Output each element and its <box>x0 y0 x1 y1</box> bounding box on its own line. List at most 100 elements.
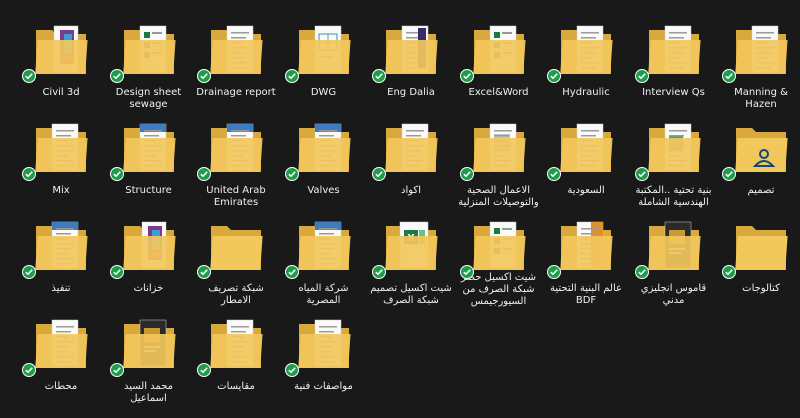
folder-label: Structure <box>125 185 172 196</box>
folder-icon <box>372 118 442 181</box>
folder-label: Eng Dalia <box>387 87 435 98</box>
sync-check-icon <box>372 68 386 83</box>
folder-icon <box>459 118 530 181</box>
folder-item[interactable]: Eng Dalia <box>368 8 454 112</box>
folder-item[interactable]: خزانات <box>106 204 192 308</box>
sync-check-icon <box>372 264 386 279</box>
folder-label: Drainage report <box>196 87 276 98</box>
folder-item[interactable]: شيت اكسيل حصر شبكة الصرف من السيورجيمس <box>456 204 542 308</box>
folder-item[interactable]: Manning & Hazen <box>718 8 800 112</box>
sync-check-icon <box>459 264 474 279</box>
folder-icon <box>722 118 792 181</box>
folder-label: Excel&Word <box>468 87 529 98</box>
folder-icon <box>722 216 792 279</box>
sync-check-icon <box>197 362 211 377</box>
folder-icon: X <box>372 216 442 279</box>
folder-label: مواصفات فنية <box>294 381 353 392</box>
folder-icon <box>547 20 617 83</box>
folder-label: Civil 3d <box>42 87 80 98</box>
sync-check-icon <box>197 166 211 181</box>
folder-item[interactable]: مواصفات فنية <box>281 302 367 406</box>
folder-item[interactable]: Structure <box>106 106 192 210</box>
folder-label: DWG <box>310 87 337 98</box>
folder-icon <box>109 314 180 377</box>
folder-item[interactable]: DWG <box>281 8 367 112</box>
folder-item[interactable]: Design sheet sewage <box>106 8 192 112</box>
folder-item[interactable]: شبكة تصريف الامطار <box>193 204 279 308</box>
folder-item[interactable]: بنية تحتية ..المكتبة الهندسية الشاملة <box>631 106 717 210</box>
folder-icon <box>284 216 355 279</box>
sync-check-icon <box>109 166 124 181</box>
folder-icon <box>109 20 180 83</box>
folder-item[interactable]: الاعمال الصحية والتوصيلات المنزلية <box>456 106 542 210</box>
folder-icon <box>284 20 355 83</box>
sync-check-icon <box>547 264 561 279</box>
folder-icon <box>284 314 355 377</box>
sync-check-icon <box>109 68 124 83</box>
sync-check-icon <box>22 166 36 181</box>
folder-item[interactable]: السعودية <box>543 106 629 210</box>
folder-item[interactable]: محطات <box>18 302 104 406</box>
folder-label: Valves <box>307 185 340 196</box>
folder-item[interactable]: محمد السيد اسماعيل <box>106 302 192 406</box>
folder-icon <box>22 216 92 279</box>
folder-label: السعودية <box>567 185 605 196</box>
sync-check-icon <box>109 264 124 279</box>
folder-label: Hydraulic <box>562 87 610 98</box>
folder-item[interactable]: Hydraulic <box>543 8 629 112</box>
folder-item[interactable]: United Arab Emirates <box>193 106 279 210</box>
sync-check-icon <box>722 264 736 279</box>
sync-check-icon <box>547 166 561 181</box>
folder-item[interactable]: Valves <box>281 106 367 210</box>
folder-item[interactable]: شركة المياه المصرية <box>281 204 367 308</box>
folder-icon <box>547 216 617 279</box>
folder-item[interactable]: Mix <box>18 106 104 210</box>
sync-check-icon <box>547 68 561 83</box>
folder-icon <box>722 20 792 83</box>
folder-icon <box>197 20 267 83</box>
sync-check-icon <box>284 362 299 377</box>
folder-icon <box>22 20 92 83</box>
folder-item[interactable]: تنفيذ <box>18 204 104 308</box>
folder-item[interactable]: مقايسات <box>193 302 279 406</box>
sync-check-icon <box>22 264 36 279</box>
folder-label: كتالوجات <box>742 283 780 294</box>
folder-label: خزانات <box>133 283 164 294</box>
folder-icon <box>634 20 705 83</box>
sync-check-icon <box>284 264 299 279</box>
sync-check-icon <box>722 68 736 83</box>
folder-item[interactable]: اكواد <box>368 106 454 210</box>
folder-icon <box>197 314 267 377</box>
folder-icon <box>22 314 92 377</box>
folder-label: تنفيذ <box>51 283 71 294</box>
folder-grid: Civil 3d Design sheet sewage Drainage re… <box>0 0 800 418</box>
folder-label: مقايسات <box>217 381 255 392</box>
folder-item[interactable]: عالم البنية التحتية BDF <box>543 204 629 308</box>
sync-check-icon <box>109 362 124 377</box>
folder-icon <box>634 216 705 279</box>
sync-check-icon <box>22 68 36 83</box>
folder-item[interactable]: Excel&Word <box>456 8 542 112</box>
folder-icon <box>109 118 180 181</box>
folder-item[interactable]: Interview Qs <box>631 8 717 112</box>
sync-check-icon <box>459 68 474 83</box>
folder-item[interactable]: Drainage report <box>193 8 279 112</box>
folder-icon <box>109 216 180 279</box>
folder-label: قاموس انجليزي مدني <box>640 283 707 306</box>
sync-check-icon <box>634 68 649 83</box>
folder-label: Interview Qs <box>642 87 705 98</box>
folder-icon <box>22 118 92 181</box>
folder-item[interactable]: Civil 3d <box>18 8 104 112</box>
folder-item[interactable]: X شيت اكسيل تصميم شبكة الصرف <box>368 204 454 308</box>
folder-icon <box>197 216 267 279</box>
sync-check-icon <box>459 166 474 181</box>
folder-label: عالم البنية التحتية BDF <box>549 283 622 306</box>
folder-item[interactable]: قاموس انجليزي مدني <box>631 204 717 308</box>
folder-label: شيت اكسيل تصميم شبكة الصرف <box>370 283 452 306</box>
sync-check-icon <box>722 166 736 181</box>
folder-label: تصميم <box>747 185 775 196</box>
folder-item[interactable]: تصميم <box>718 106 800 210</box>
folder-item[interactable]: كتالوجات <box>718 204 800 308</box>
sync-check-icon <box>634 166 649 181</box>
sync-check-icon <box>634 264 649 279</box>
